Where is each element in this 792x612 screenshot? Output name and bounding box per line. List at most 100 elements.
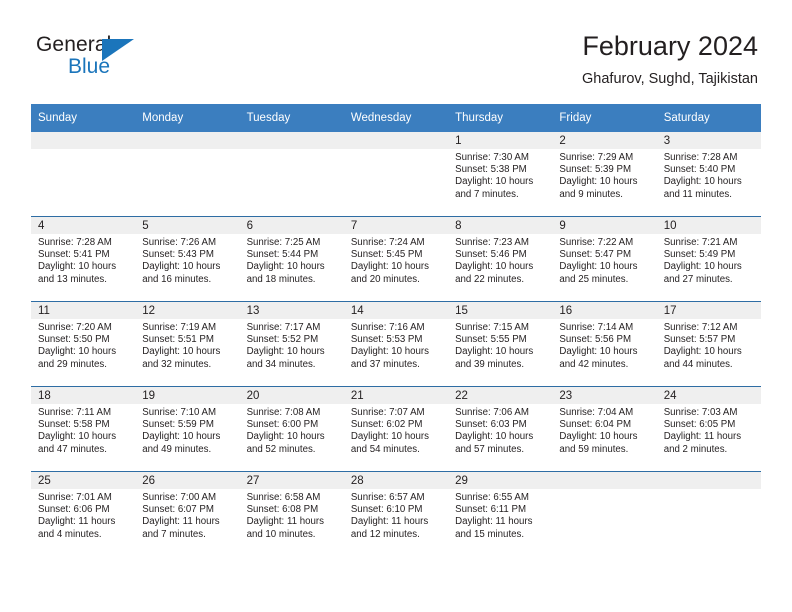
calendar-cell-day[interactable]: 13 Sunrise: 7:17 AM Sunset: 5:52 PM Dayligh… (239, 301, 344, 387)
calendar-cell-inner: 28 Sunrise: 6:57 AM Sunset: 6:10 PM Dayligh… (343, 472, 449, 556)
day-details: Sunrise: 7:06 AM Sunset: 6:03 PM Daylight:… (448, 404, 552, 456)
calendar-cell-day[interactable]: 20 Sunrise: 7:08 AM Sunset: 6:00 PM Dayligh… (239, 386, 344, 472)
day-detail-sunrise: Sunrise: 7:07 AM (350, 407, 425, 418)
day-details: Sunrise: 6:57 AM Sunset: 6:10 PM Daylight:… (344, 489, 448, 541)
day-number: 29 (448, 472, 553, 489)
day-detail-sunrise: Sunrise: 7:26 AM (142, 237, 217, 248)
day-detail-sunset: Sunset: 5:51 PM (142, 334, 214, 346)
calendar-cell-day[interactable]: 17 Sunrise: 7:12 AM Sunset: 5:57 PM Dayligh… (656, 301, 761, 387)
day-detail-daylight2: and 47 minutes. (38, 443, 107, 455)
calendar-cell-day[interactable]: 23 Sunrise: 7:04 AM Sunset: 6:04 PM Dayligh… (552, 386, 657, 472)
calendar-cell-day[interactable]: 11 Sunrise: 7:20 AM Sunset: 5:50 PM Dayligh… (31, 301, 136, 387)
day-detail-sunrise: Sunrise: 7:11 AM (38, 407, 112, 418)
day-detail-daylight2: and 22 minutes. (455, 273, 525, 285)
day-detail-sunrise: Sunrise: 7:17 AM (246, 322, 321, 333)
day-detail-daylight2: and 7 minutes. (142, 528, 206, 540)
day-number: 18 (31, 387, 136, 404)
day-details: Sunrise: 7:24 AM Sunset: 5:45 PM Daylight:… (344, 234, 448, 286)
calendar-cell-day[interactable]: 7 Sunrise: 7:24 AM Sunset: 5:45 PM Daylight… (343, 216, 449, 302)
calendar-cell-inner: 14 Sunrise: 7:16 AM Sunset: 5:53 PM Dayligh… (343, 302, 449, 386)
calendar-cell-day[interactable]: 26 Sunrise: 7:00 AM Sunset: 6:07 PM Dayligh… (135, 471, 240, 556)
page-subtitle: Ghafurov, Sughd, Tajikistan (582, 71, 758, 87)
calendar-table: Sunday Monday Tuesday Wednesday Thursday… (31, 104, 761, 556)
calendar-cell-inner: 24 Sunrise: 7:03 AM Sunset: 6:05 PM Dayligh… (656, 387, 761, 471)
day-details: Sunrise: 7:07 AM Sunset: 6:02 PM Daylight:… (344, 404, 448, 456)
day-number: 14 (343, 302, 449, 319)
day-detail-sunset: Sunset: 5:50 PM (38, 334, 110, 346)
day-detail-daylight2: and 16 minutes. (142, 273, 212, 285)
day-detail-daylight2: and 15 minutes. (455, 528, 525, 540)
calendar-cell-day[interactable]: 8 Sunrise: 7:23 AM Sunset: 5:46 PM Daylight… (448, 216, 553, 302)
day-detail-daylight2: and 32 minutes. (142, 358, 212, 370)
calendar-cell-day[interactable]: 3 Sunrise: 7:28 AM Sunset: 5:40 PM Daylight… (656, 132, 761, 217)
calendar-cell-inner: 5 Sunrise: 7:26 AM Sunset: 5:43 PM Daylight… (135, 217, 240, 301)
day-detail-daylight1: Daylight: 10 hours (559, 176, 638, 188)
calendar-cell-day[interactable]: 4 Sunrise: 7:28 AM Sunset: 5:41 PM Daylight… (31, 216, 136, 302)
calendar-cell-day[interactable]: 18 Sunrise: 7:11 AM Sunset: 5:58 PM Dayligh… (31, 386, 136, 472)
calendar-cell-day[interactable]: 24 Sunrise: 7:03 AM Sunset: 6:05 PM Dayligh… (656, 386, 761, 472)
calendar-cell-day[interactable]: 6 Sunrise: 7:25 AM Sunset: 5:44 PM Daylight… (239, 216, 344, 302)
day-detail-daylight2: and 13 minutes. (38, 273, 107, 285)
day-number: 3 (656, 132, 761, 149)
calendar-cell-day[interactable]: 12 Sunrise: 7:19 AM Sunset: 5:51 PM Dayligh… (135, 301, 240, 387)
day-detail-daylight2: and 12 minutes. (350, 528, 420, 540)
calendar-cell-day[interactable]: 10 Sunrise: 7:21 AM Sunset: 5:49 PM Dayligh… (656, 216, 761, 302)
day-detail-sunset: Sunset: 6:04 PM (559, 419, 632, 431)
day-detail-sunset: Sunset: 6:07 PM (142, 504, 214, 516)
day-detail-daylight1: Daylight: 10 hours (663, 346, 742, 358)
calendar-cell-inner: 25 Sunrise: 7:01 AM Sunset: 6:06 PM Dayligh… (31, 472, 136, 556)
day-number: 22 (448, 387, 553, 404)
weekday-header-monday: Monday (135, 104, 240, 132)
calendar-cell-inner: 13 Sunrise: 7:17 AM Sunset: 5:52 PM Dayligh… (239, 302, 344, 386)
day-detail-sunset: Sunset: 5:39 PM (559, 164, 632, 176)
calendar-cell-day[interactable]: 19 Sunrise: 7:10 AM Sunset: 5:59 PM Dayligh… (135, 386, 240, 472)
calendar-cell-day[interactable]: 15 Sunrise: 7:15 AM Sunset: 5:55 PM Dayligh… (448, 301, 553, 387)
day-detail-daylight1: Daylight: 10 hours (142, 261, 221, 273)
day-detail-daylight1: Daylight: 10 hours (455, 346, 534, 358)
calendar-cell-inner: 17 Sunrise: 7:12 AM Sunset: 5:57 PM Dayligh… (656, 302, 761, 386)
day-detail-daylight1: Daylight: 10 hours (246, 346, 325, 358)
calendar-week-row: 1 Sunrise: 7:30 AM Sunset: 5:38 PM Daylight… (31, 132, 761, 217)
calendar-cell-day[interactable]: 2 Sunrise: 7:29 AM Sunset: 5:39 PM Daylight… (552, 132, 657, 217)
day-number: 21 (343, 387, 449, 404)
day-number: 5 (135, 217, 240, 234)
calendar-cell-day[interactable]: 28 Sunrise: 6:57 AM Sunset: 6:10 PM Dayligh… (343, 471, 449, 556)
calendar-cell-day[interactable]: 21 Sunrise: 7:07 AM Sunset: 6:02 PM Dayligh… (343, 386, 449, 472)
calendar-cell-inner: 3 Sunrise: 7:28 AM Sunset: 5:40 PM Daylight… (656, 132, 761, 216)
calendar-cell-day[interactable]: 16 Sunrise: 7:14 AM Sunset: 5:56 PM Dayligh… (552, 301, 657, 387)
weekday-header-saturday: Saturday (656, 104, 761, 132)
calendar-cell-day[interactable]: 29 Sunrise: 6:55 AM Sunset: 6:11 PM Dayligh… (448, 471, 553, 556)
day-detail-sunrise: Sunrise: 6:58 AM (246, 492, 321, 503)
day-detail-daylight2: and 11 minutes. (663, 188, 732, 200)
calendar-cell-day[interactable]: 27 Sunrise: 6:58 AM Sunset: 6:08 PM Dayligh… (239, 471, 344, 556)
calendar-cell-day[interactable]: 25 Sunrise: 7:01 AM Sunset: 6:06 PM Dayligh… (31, 471, 136, 556)
calendar-cell-inner (552, 472, 657, 556)
calendar-body: 1 Sunrise: 7:30 AM Sunset: 5:38 PM Daylight… (31, 132, 761, 556)
day-detail-daylight2: and 57 minutes. (455, 443, 525, 455)
weekday-header-tuesday: Tuesday (239, 104, 344, 132)
page-title: February 2024 (582, 31, 758, 61)
calendar-cell-day[interactable]: 14 Sunrise: 7:16 AM Sunset: 5:53 PM Dayligh… (343, 301, 449, 387)
day-detail-daylight2: and 9 minutes. (559, 188, 623, 200)
calendar-cell-inner: 16 Sunrise: 7:14 AM Sunset: 5:56 PM Dayligh… (552, 302, 657, 386)
calendar-cell-day[interactable]: 5 Sunrise: 7:26 AM Sunset: 5:43 PM Daylight… (135, 216, 240, 302)
day-detail-daylight1: Daylight: 11 hours (142, 516, 220, 528)
calendar-cell-day[interactable]: 22 Sunrise: 7:06 AM Sunset: 6:03 PM Dayligh… (448, 386, 553, 472)
day-detail-sunset: Sunset: 5:56 PM (559, 334, 632, 346)
day-number: 17 (656, 302, 761, 319)
day-details (657, 489, 761, 492)
day-detail-daylight2: and 18 minutes. (246, 273, 316, 285)
day-detail-sunrise: Sunrise: 6:57 AM (350, 492, 425, 503)
day-detail-sunrise: Sunrise: 7:30 AM (455, 152, 529, 163)
day-number: 24 (656, 387, 761, 404)
day-detail-daylight2: and 10 minutes. (246, 528, 316, 540)
day-detail-sunrise: Sunrise: 7:12 AM (663, 322, 738, 333)
day-details (31, 149, 135, 152)
calendar-cell-day[interactable]: 9 Sunrise: 7:22 AM Sunset: 5:47 PM Daylight… (552, 216, 657, 302)
day-details: Sunrise: 7:12 AM Sunset: 5:57 PM Daylight:… (657, 319, 761, 371)
calendar-cell-day[interactable]: 1 Sunrise: 7:30 AM Sunset: 5:38 PM Daylight… (448, 132, 553, 217)
day-details: Sunrise: 7:16 AM Sunset: 5:53 PM Daylight:… (344, 319, 448, 371)
day-number (552, 472, 657, 489)
day-detail-daylight2: and 49 minutes. (142, 443, 212, 455)
calendar-cell-empty (343, 132, 449, 217)
